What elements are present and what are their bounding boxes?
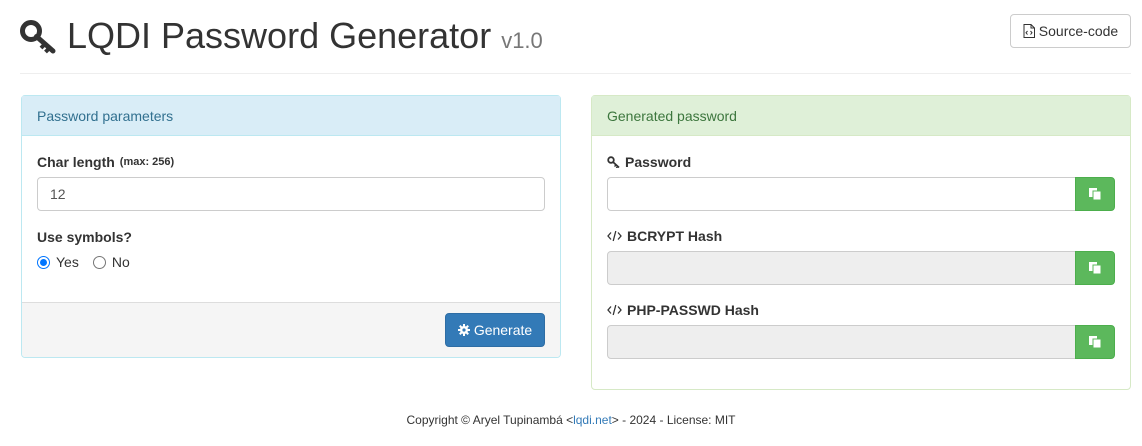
symbols-no-option[interactable]: No: [92, 254, 130, 270]
gear-icon: [457, 324, 470, 336]
footer-suffix: > - 2024 - License: MIT: [611, 413, 736, 427]
phppasswd-label: PHP-PASSWD Hash: [607, 302, 759, 318]
copy-password-button[interactable]: [1075, 177, 1115, 211]
password-label: Password: [607, 154, 691, 170]
no-radio[interactable]: [92, 255, 106, 269]
footer-prefix: Copyright © Aryel Tupinambá <: [406, 413, 574, 427]
bcrypt-label-text: BCRYPT Hash: [627, 228, 723, 244]
copy-icon: [1089, 188, 1102, 201]
code-file-icon: [1023, 24, 1035, 38]
code-icon: [607, 230, 622, 242]
yes-label: Yes: [56, 254, 79, 270]
generate-label: Generate: [473, 322, 533, 338]
key-icon: [607, 156, 620, 168]
footer-link[interactable]: lqdi.net: [573, 413, 612, 427]
char-length-input[interactable]: 12: [37, 177, 545, 211]
symbols-radio-group: Yes No: [37, 254, 144, 270]
copy-phppasswd-button[interactable]: [1075, 325, 1115, 359]
copy-bcrypt-button[interactable]: [1075, 251, 1115, 285]
char-length-hint: (max: 256): [119, 156, 175, 168]
app-title: LQDI Password Generator: [67, 15, 492, 56]
char-length-label: Char length (max: 256): [37, 154, 174, 170]
symbols-label-text: Use symbols?: [37, 229, 132, 245]
symbols-label: Use symbols?: [37, 229, 132, 245]
yes-radio[interactable]: [37, 255, 50, 269]
page-footer: Copyright © Aryel Tupinambá <lqdi.net> -…: [0, 413, 1142, 427]
char-length-value: 12: [50, 186, 66, 202]
symbols-yes-option[interactable]: Yes: [37, 254, 79, 270]
source-code-label: Source-code: [1038, 23, 1119, 39]
password-label-text: Password: [625, 154, 692, 170]
password-parameters-panel: Password parameters Char length (max: 25…: [21, 95, 561, 358]
key-icon: [20, 20, 56, 54]
bcrypt-label: BCRYPT Hash: [607, 228, 722, 244]
copy-icon: [1089, 262, 1102, 275]
panel-footer: Generate: [22, 302, 560, 357]
page-header: LQDI Password Generator v1.0 Source-code: [20, 10, 1131, 64]
bcrypt-output[interactable]: [607, 251, 1076, 285]
code-icon: [607, 304, 622, 316]
phppasswd-label-text: PHP-PASSWD Hash: [627, 302, 759, 318]
source-code-button[interactable]: Source-code: [1010, 14, 1131, 48]
char-length-label-text: Char length: [37, 154, 115, 170]
panel-heading: Generated password: [592, 96, 1130, 136]
page-title: LQDI Password Generator v1.0: [20, 14, 543, 58]
no-label: No: [111, 254, 130, 270]
generated-password-panel: Generated password Password BCRYPT Hash: [591, 95, 1131, 390]
password-output[interactable]: [607, 177, 1076, 211]
generate-button[interactable]: Generate: [445, 313, 545, 347]
app-version: v1.0: [501, 28, 543, 53]
panel-heading: Password parameters: [22, 96, 560, 136]
copy-icon: [1089, 336, 1102, 349]
phppasswd-output[interactable]: [607, 325, 1076, 359]
header-divider: [20, 73, 1131, 74]
